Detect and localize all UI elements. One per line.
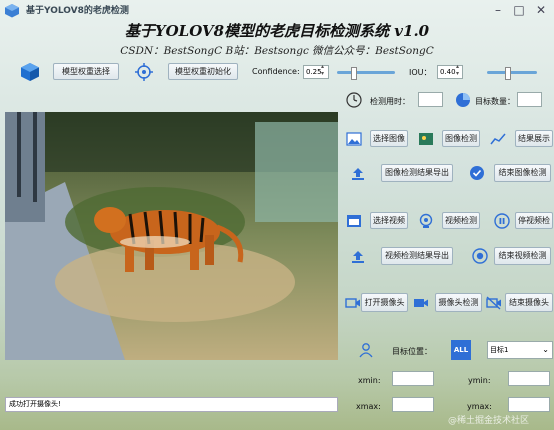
ymin-label: ymin:: [468, 376, 491, 385]
confidence-label: Confidence:: [252, 67, 300, 76]
target-select-value: 目标1: [490, 346, 509, 354]
target-count-value: [517, 92, 542, 107]
xmax-label: xmax:: [356, 402, 381, 411]
camera-icon: [345, 298, 360, 308]
model-init-button[interactable]: 模型权重初始化: [168, 63, 238, 80]
user-icon: [359, 343, 373, 358]
maximize-button[interactable]: □: [511, 2, 527, 18]
confidence-spinner-icon[interactable]: ▴ ▾: [321, 63, 324, 77]
image-icon: [346, 132, 362, 146]
model-select-button[interactable]: 模型权重选择: [53, 63, 119, 80]
pie-chart-icon: [456, 93, 470, 107]
xmax-field: [392, 397, 434, 412]
watermark: @稀土掘金技术社区: [448, 416, 530, 426]
confidence-slider-thumb[interactable]: [351, 67, 357, 80]
chevron-down-icon: ⌄: [542, 345, 549, 354]
page-title: 基于YOLOV8模型的老虎目标检测系统 v1.0: [124, 22, 430, 40]
ymax-label: ymax:: [467, 402, 492, 411]
app-icon: [5, 4, 19, 18]
iou-spinner-icon[interactable]: ▴ ▾: [456, 63, 459, 77]
end-video-detect-button[interactable]: 结束视频检测: [494, 247, 551, 265]
target-position-label: 目标位置：: [392, 347, 432, 356]
cube-icon[interactable]: [20, 62, 40, 82]
chart-icon: [490, 133, 506, 145]
stop-circle-icon: [472, 248, 488, 264]
app-window: 基于YOLOV8的老虎检测 – □ ✕ 基于YOLOV8模型的老虎目标检测系统 …: [0, 0, 554, 430]
iou-input[interactable]: 0.40: [437, 65, 463, 79]
iou-label: IOU：: [409, 68, 432, 77]
detect-image-button[interactable]: 图像检测: [442, 130, 480, 147]
select-video-button[interactable]: 选择视频: [370, 212, 408, 229]
tiger-frame-image: [5, 112, 338, 360]
open-camera-button[interactable]: 打开摄像头: [361, 293, 408, 312]
pause-video-button[interactable]: 停视频检: [515, 212, 553, 229]
upload-video-icon: [352, 251, 364, 263]
iou-slider[interactable]: [487, 67, 537, 80]
video-display: [5, 112, 338, 360]
page-subtitle: CSDN：BestSongC B站：Bestsongc 微信公众号：BestSo…: [120, 45, 434, 57]
confidence-input[interactable]: 0.25: [303, 65, 329, 79]
show-result-button[interactable]: 结果展示: [515, 130, 553, 147]
detect-video-button[interactable]: 视频检测: [442, 212, 480, 229]
xmin-field: [392, 371, 434, 386]
video-file-icon: [347, 215, 361, 227]
camera-detect-button[interactable]: 摄像头检测: [435, 293, 482, 312]
title-bar: 基于YOLOV8的老虎检测 – □ ✕: [0, 0, 554, 22]
close-camera-button[interactable]: 结束摄像头: [505, 293, 553, 312]
xmin-label: xmin:: [358, 376, 381, 385]
pause-icon: [494, 213, 510, 229]
target-icon[interactable]: [135, 63, 153, 81]
close-button[interactable]: ✕: [533, 2, 549, 18]
end-image-detect-button[interactable]: 结束图像检测: [494, 164, 551, 182]
status-bar: 成功打开摄像头!: [5, 397, 338, 412]
ymin-field: [508, 371, 550, 386]
detect-time-value: [418, 92, 443, 107]
clock-icon: [346, 92, 362, 108]
minimize-button[interactable]: –: [490, 2, 506, 18]
iou-slider-thumb[interactable]: [505, 67, 511, 80]
target-select[interactable]: 目标1 ⌄: [487, 341, 553, 359]
select-image-button[interactable]: 选择图像: [370, 130, 408, 147]
all-targets-badge: ALL: [451, 340, 471, 360]
detect-time-label: 检测用时：: [370, 97, 410, 106]
check-circle-icon: [470, 166, 484, 180]
image-detect-icon: [419, 133, 433, 145]
video-camera-icon: [414, 299, 428, 307]
export-image-result-button[interactable]: 图像检测结果导出: [381, 164, 453, 182]
upload-icon: [352, 168, 364, 180]
confidence-slider[interactable]: [337, 67, 395, 80]
camera-off-icon: [486, 296, 501, 310]
webcam-icon: [419, 213, 433, 228]
ymax-field: [508, 397, 550, 412]
window-title: 基于YOLOV8的老虎检测: [26, 6, 129, 16]
target-count-label: 目标数量：: [475, 97, 515, 106]
export-video-result-button[interactable]: 视频检测结果导出: [381, 247, 453, 265]
